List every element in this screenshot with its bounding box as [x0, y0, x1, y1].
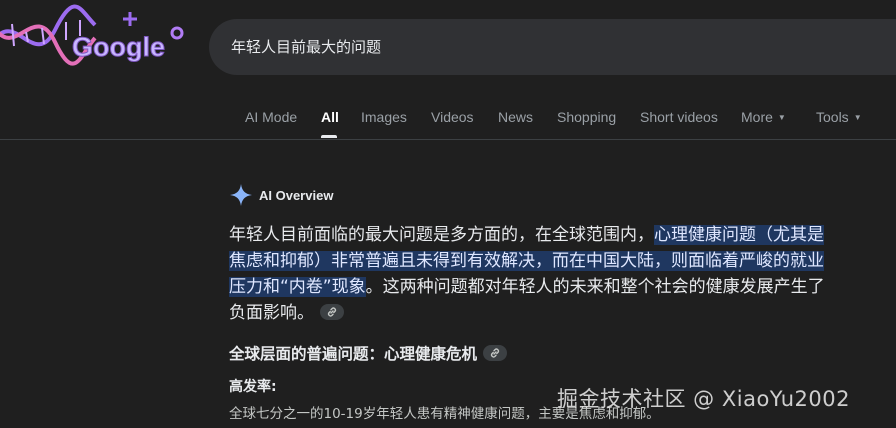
header-divider — [0, 139, 896, 140]
section-heading: 全球层面的普遍问题：心理健康危机 — [229, 342, 508, 364]
tab-tools-label: Tools — [816, 109, 849, 125]
active-tab-indicator — [321, 135, 337, 138]
tab-tools[interactable]: Tools ▼ — [816, 109, 862, 125]
watermark: 掘金技术社区 @ XiaoYu2002 — [557, 387, 850, 411]
section-heading-text: 全球层面的普遍问题：心理健康危机 — [229, 345, 478, 363]
ai-sparkle-icon — [230, 184, 252, 206]
tab-more-label: More — [741, 109, 773, 125]
overview-text-1: 年轻人目前面临的最大问题是多方面的，在全球范围内， — [229, 225, 654, 245]
overview-text-3: 负面影响。 — [229, 303, 314, 323]
ai-overview-title: AI Overview — [259, 188, 334, 203]
source-link-button[interactable] — [320, 304, 344, 320]
rate-label: 高发率: — [229, 379, 277, 395]
google-logo[interactable]: Google — [0, 0, 200, 70]
tab-all[interactable]: All — [321, 109, 339, 125]
overview-text-2: 。这两种问题都对年轻人的未来和整个社会的健康发展产生了 — [365, 277, 825, 297]
tab-news[interactable]: News — [498, 109, 533, 125]
overview-highlight-3[interactable]: 压力和“内卷”现象 — [229, 277, 366, 297]
search-query-text[interactable]: 年轻人目前最大的问题 — [231, 36, 381, 57]
tab-more[interactable]: More ▼ — [741, 109, 786, 125]
ai-overview-paragraph: 年轻人目前面临的最大问题是多方面的，在全球范围内，心理健康问题（尤其是焦虑和抑郁… — [229, 222, 869, 326]
tab-short-videos[interactable]: Short videos — [640, 109, 718, 125]
overview-highlight-1[interactable]: 心理健康问题（尤其是 — [654, 225, 824, 245]
overview-highlight-2[interactable]: 焦虑和抑郁）非常普遍且未得到有效解决，而在中国大陆，则面临着严峻的就业 — [229, 251, 824, 271]
link-icon — [327, 307, 337, 317]
link-icon — [490, 348, 500, 358]
tab-videos[interactable]: Videos — [431, 109, 474, 125]
search-box[interactable]: 年轻人目前最大的问题 — [209, 19, 896, 75]
tab-shopping[interactable]: Shopping — [557, 109, 616, 125]
tab-ai-mode[interactable]: AI Mode — [245, 109, 297, 125]
chevron-down-icon: ▼ — [853, 113, 862, 122]
chevron-down-icon: ▼ — [777, 113, 786, 122]
tab-images[interactable]: Images — [361, 109, 407, 125]
logo-text: Google — [72, 32, 165, 62]
section-link-button[interactable] — [483, 345, 508, 361]
